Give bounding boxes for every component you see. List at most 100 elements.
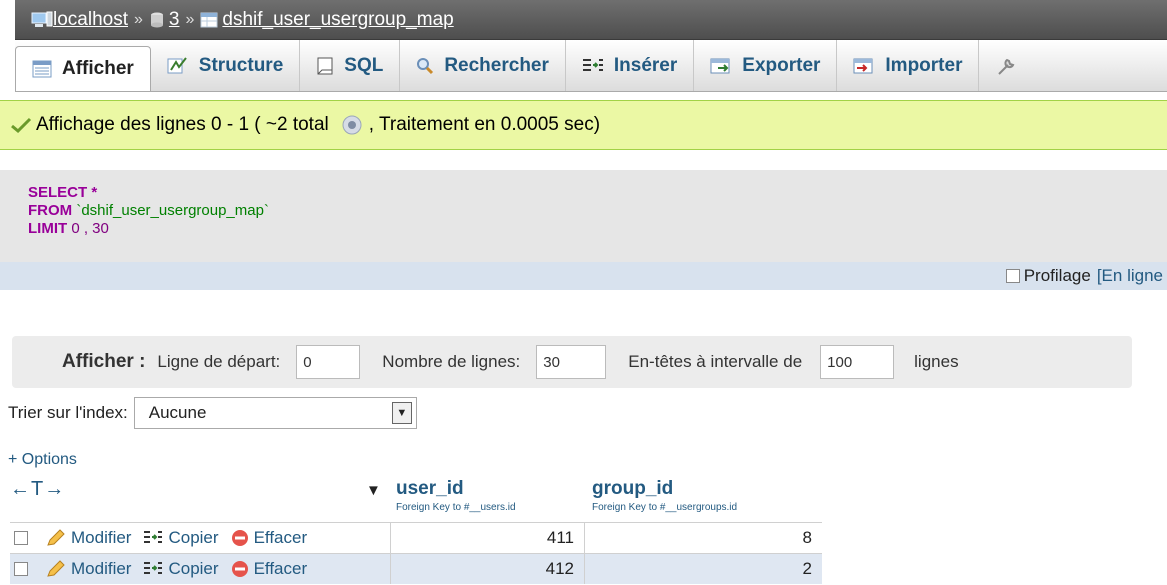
tab-structure[interactable]: Structure <box>151 40 301 91</box>
column-header-group-id[interactable]: group_id Foreign Key to #__usergroups.id <box>592 478 737 513</box>
sort-index-row: Trier sur l'index: Aucune ▼ <box>8 397 417 429</box>
cell-user-id[interactable]: 411 <box>390 522 584 553</box>
delete-icon <box>231 561 248 577</box>
tab-browse[interactable]: Afficher <box>15 46 151 91</box>
tab-import-label: Importer <box>885 54 963 76</box>
help-icon[interactable] <box>341 114 363 136</box>
database-icon <box>150 12 163 27</box>
browse-icon <box>32 60 52 78</box>
tab-search-label: Rechercher <box>444 54 549 76</box>
table-icon <box>200 12 218 27</box>
pencil-icon <box>47 529 65 546</box>
wrench-icon <box>998 58 1015 75</box>
cell-user-id[interactable]: 412 <box>390 553 584 584</box>
tab-export-label: Exporter <box>742 54 821 76</box>
insert-icon <box>582 58 603 71</box>
cell-group-id[interactable]: 8 <box>584 522 822 553</box>
tab-import[interactable]: Importer <box>837 40 980 91</box>
tab-insert-label: Insérer <box>613 54 678 76</box>
success-notice: Affichage des lignes 0 - 1 ( ~2 total , … <box>0 100 1167 150</box>
breadcrumb-server-label: localhost <box>53 8 128 30</box>
tab-browse-label: Afficher <box>62 58 134 79</box>
results-table-header: ←T→ ▼ user_id Foreign Key to #__users.id… <box>10 478 820 520</box>
column-header-group-id-fk: Foreign Key to #__usergroups.id <box>592 502 738 513</box>
column-header-user-id-fk: Foreign Key to #__users.id <box>396 502 516 513</box>
copy-row-label: Copier <box>168 528 219 547</box>
tab-insert[interactable]: Insérer <box>566 40 695 91</box>
breadcrumb-separator: » <box>134 10 143 28</box>
chevron-down-icon: ▼ <box>391 402 412 424</box>
notice-text: Affichage des lignes 0 - 1 ( ~2 total <box>36 114 329 135</box>
column-arrows-icon[interactable]: ←T→ <box>10 478 65 501</box>
column-header-group-id-label: group_id <box>592 478 674 499</box>
delete-icon <box>231 530 248 546</box>
breadcrumb-database-label: 3 <box>168 8 180 30</box>
navigation-form: Afficher : Ligne de départ: 0 Nombre de … <box>12 336 1132 388</box>
row-checkbox[interactable] <box>14 531 28 545</box>
sql-toolbar: Profilage [En ligne <box>0 262 1167 290</box>
sort-index-select[interactable]: Aucune ▼ <box>133 397 417 429</box>
breadcrumb-server[interactable]: localhost <box>31 9 128 31</box>
copy-row-button[interactable]: Copier <box>143 528 219 548</box>
cell-group-id[interactable]: 2 <box>584 553 822 584</box>
search-icon <box>417 57 434 74</box>
profiling-checkbox[interactable] <box>1005 269 1020 283</box>
edit-row-label: Modifier <box>71 559 132 578</box>
delete-row-label: Effacer <box>253 528 308 547</box>
tab-search[interactable]: Rechercher <box>400 40 566 91</box>
sql-keyword-from: FROM <box>28 202 73 219</box>
delete-row-button[interactable]: Effacer <box>231 559 308 579</box>
sql-icon <box>317 57 333 74</box>
header-interval-input[interactable]: 100 <box>820 345 895 379</box>
sql-star: * <box>91 184 98 201</box>
profiling-label: Profilage <box>1023 266 1091 285</box>
tab-sql-label: SQL <box>344 54 384 76</box>
navform-title: Afficher : <box>62 351 146 372</box>
copy-icon <box>144 531 163 543</box>
checkmark-icon <box>11 117 32 134</box>
tab-export[interactable]: Exporter <box>694 40 838 91</box>
breadcrumb: localhost » 3 » dshif_user_usergroup_map <box>15 0 1167 40</box>
start-row-input[interactable]: 0 <box>296 345 361 379</box>
pencil-icon <box>47 560 65 577</box>
sort-triangle-icon[interactable]: ▼ <box>366 482 381 499</box>
header-interval-suffix: lignes <box>914 352 959 371</box>
row-checkbox[interactable] <box>14 562 28 576</box>
sql-limit-values: 0 , 30 <box>71 220 109 237</box>
header-interval-label: En-têtes à intervalle de <box>628 352 803 371</box>
sql-keyword-limit: LIMIT <box>28 220 68 237</box>
inline-edit-link[interactable]: [En ligne <box>1097 266 1163 286</box>
edit-row-button[interactable]: Modifier <box>46 528 131 548</box>
notice-timing: , Traitement en 0.0005 sec) <box>368 114 601 135</box>
copy-icon <box>144 562 163 574</box>
sql-query: SELECT * FROM `dshif_user_usergroup_map`… <box>28 184 269 238</box>
tab-operations[interactable] <box>979 40 1033 91</box>
breadcrumb-table[interactable]: dshif_user_usergroup_map <box>200 8 454 31</box>
edit-row-button[interactable]: Modifier <box>46 559 131 579</box>
tab-sql[interactable]: SQL <box>300 40 401 91</box>
row-count-input[interactable]: 30 <box>536 345 607 379</box>
sql-keyword-select: SELECT <box>28 184 88 201</box>
sql-query-box: SELECT * FROM `dshif_user_usergroup_map`… <box>0 170 1167 290</box>
column-header-user-id[interactable]: user_id Foreign Key to #__users.id <box>396 478 516 513</box>
copy-row-button[interactable]: Copier <box>143 559 219 579</box>
column-header-user-id-label: user_id <box>396 478 464 499</box>
breadcrumb-database[interactable]: 3 <box>149 8 180 31</box>
sort-index-label: Trier sur l'index: <box>8 403 128 422</box>
row-count-label: Nombre de lignes: <box>382 352 521 371</box>
breadcrumb-separator: » <box>185 10 195 28</box>
export-icon <box>710 58 730 73</box>
options-link[interactable]: + Options <box>8 451 77 469</box>
structure-icon <box>167 56 187 73</box>
edit-row-label: Modifier <box>71 528 132 547</box>
import-icon <box>853 58 873 73</box>
sort-index-value: Aucune <box>148 403 207 422</box>
tab-structure-label: Structure <box>198 54 284 76</box>
start-row-label: Ligne de départ: <box>157 352 281 371</box>
tab-bar: Afficher Structure SQL Rechercher Insére… <box>15 40 1167 92</box>
sql-table-name: `dshif_user_usergroup_map` <box>76 202 269 219</box>
delete-row-label: Effacer <box>253 559 308 578</box>
server-icon <box>31 11 53 27</box>
delete-row-button[interactable]: Effacer <box>231 528 308 548</box>
breadcrumb-table-label: dshif_user_usergroup_map <box>222 8 454 30</box>
